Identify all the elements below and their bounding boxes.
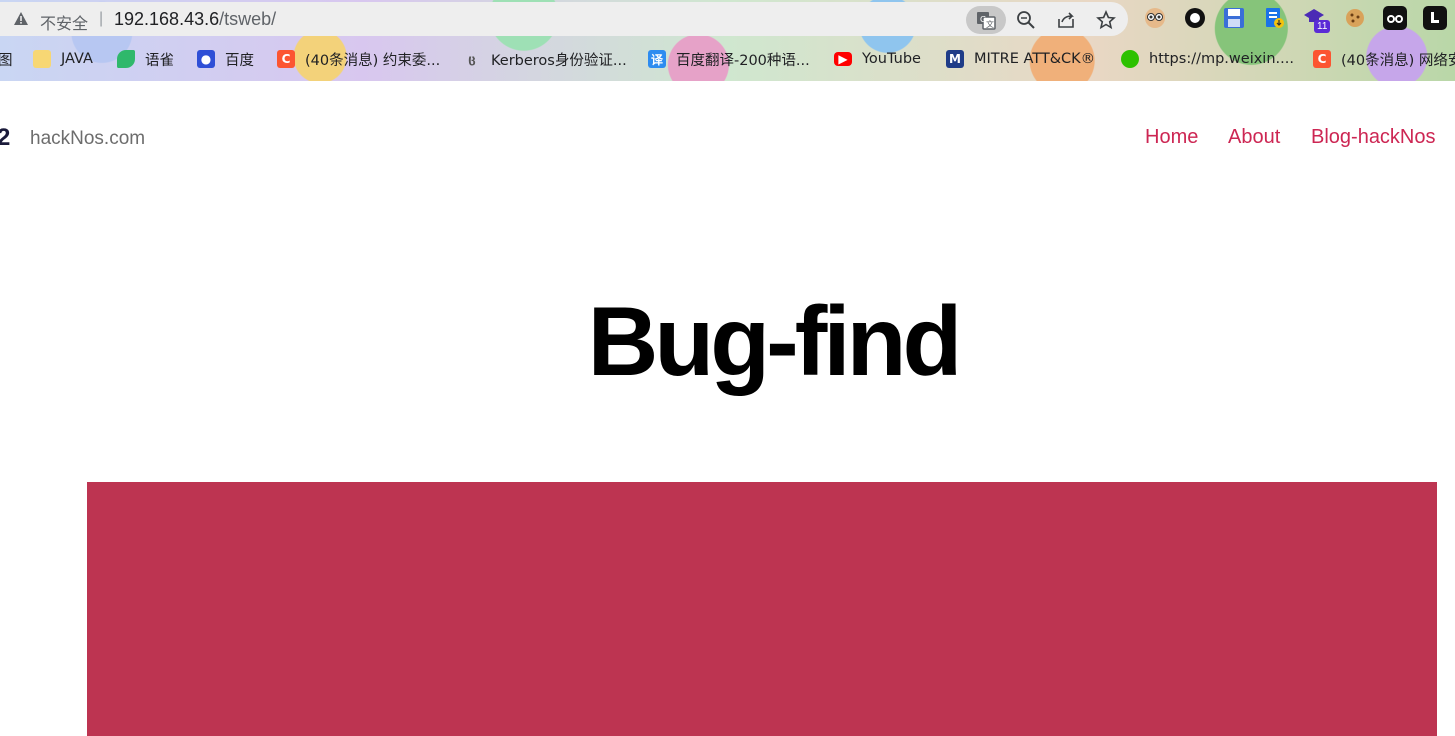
bookmark-item[interactable]: C (40条消息) 约束委... (277, 48, 440, 70)
url-separator: | (99, 10, 104, 27)
bookmark-item[interactable]: 语雀 (117, 48, 174, 70)
warning-icon[interactable] (14, 12, 28, 25)
url-path: /tsweb/ (219, 9, 277, 29)
bookmark-item[interactable]: 译 百度翻译-200种语... (648, 48, 810, 70)
bookmark-label: https://mp.weixin.... (1149, 51, 1294, 67)
cookie-extension-icon[interactable] (1343, 6, 1367, 30)
zoom-icon[interactable] (1011, 6, 1041, 34)
svg-text:文: 文 (986, 19, 994, 29)
yuque-icon (117, 50, 135, 68)
baidu-icon: ● (197, 50, 215, 68)
doc-download-extension-icon[interactable] (1262, 6, 1286, 30)
page-title: Bug-find (587, 286, 963, 396)
bookmark-label: 百度翻译-200种语... (676, 52, 810, 69)
bookmark-item[interactable]: https://mp.weixin.... (1121, 48, 1294, 70)
share-icon[interactable] (1051, 6, 1081, 34)
bookmark-label: (40条消息) 约束委... (305, 52, 441, 69)
url-host: 192.168.43.6 (114, 9, 220, 29)
extension-badge: 11 (1314, 20, 1331, 33)
bookmark-item[interactable]: ც Kerberos身份验证... (463, 48, 627, 70)
bookmark-label: 图 (0, 52, 13, 69)
bookmark-label: YouTube (862, 51, 921, 67)
bookmark-label: 语雀 (145, 52, 174, 69)
kerberos-icon: ც (468, 52, 476, 66)
bookmark-label: Kerberos身份验证... (491, 52, 627, 69)
bookmark-label: JAVA (61, 51, 93, 67)
bookmark-item[interactable]: 图 (0, 48, 13, 70)
site-title[interactable]: hackNos.com (30, 128, 145, 150)
bookmark-item[interactable]: ● 百度 (197, 48, 254, 70)
security-label[interactable]: 不安全 (40, 10, 88, 34)
owl-extension-icon[interactable] (1143, 6, 1167, 30)
bookmark-item[interactable]: JAVA (33, 48, 93, 70)
glasses-extension-icon[interactable] (1383, 6, 1407, 30)
csdn-icon: C (277, 50, 295, 68)
save-extension-icon[interactable] (1222, 6, 1246, 30)
bookmark-label: MITRE ATT&CK® (974, 51, 1096, 67)
bookmark-item[interactable]: ▶ YouTube (834, 48, 921, 70)
browser-chrome: 不安全 | 192.168.43.6/tsweb/ G文 11 图 JAVA 语… (0, 0, 1455, 81)
mitre-icon: M (946, 50, 964, 68)
nav-home[interactable]: Home (1145, 126, 1198, 149)
csdn-icon: C (1313, 50, 1331, 68)
letter-l-extension-icon[interactable] (1423, 6, 1447, 30)
bookmark-item[interactable]: C (40条消息) 网络安 (1313, 48, 1455, 70)
site-logo[interactable]: 2 (0, 124, 10, 152)
wechat-icon (1121, 50, 1139, 68)
address-bar[interactable]: 不安全 | 192.168.43.6/tsweb/ G文 (0, 2, 1128, 36)
bookmark-label: (40条消息) 网络安 (1341, 52, 1455, 69)
academic-extension-icon[interactable]: 11 (1302, 6, 1331, 33)
translate-icon: 译 (648, 50, 666, 68)
youtube-icon: ▶ (834, 52, 852, 66)
bookmark-star-icon[interactable] (1091, 6, 1121, 34)
url-text[interactable]: 192.168.43.6/tsweb/ (114, 9, 276, 30)
nav-blog-hacknos[interactable]: Blog-hackNos (1311, 126, 1436, 149)
ring-extension-icon[interactable] (1183, 6, 1207, 30)
featured-image-block (87, 482, 1437, 736)
bookmark-item[interactable]: M MITRE ATT&CK® (946, 48, 1095, 70)
nav-about[interactable]: About (1228, 126, 1280, 149)
folder-icon (33, 50, 51, 68)
translate-icon[interactable]: G文 (966, 6, 1006, 34)
bookmark-label: 百度 (225, 52, 254, 69)
